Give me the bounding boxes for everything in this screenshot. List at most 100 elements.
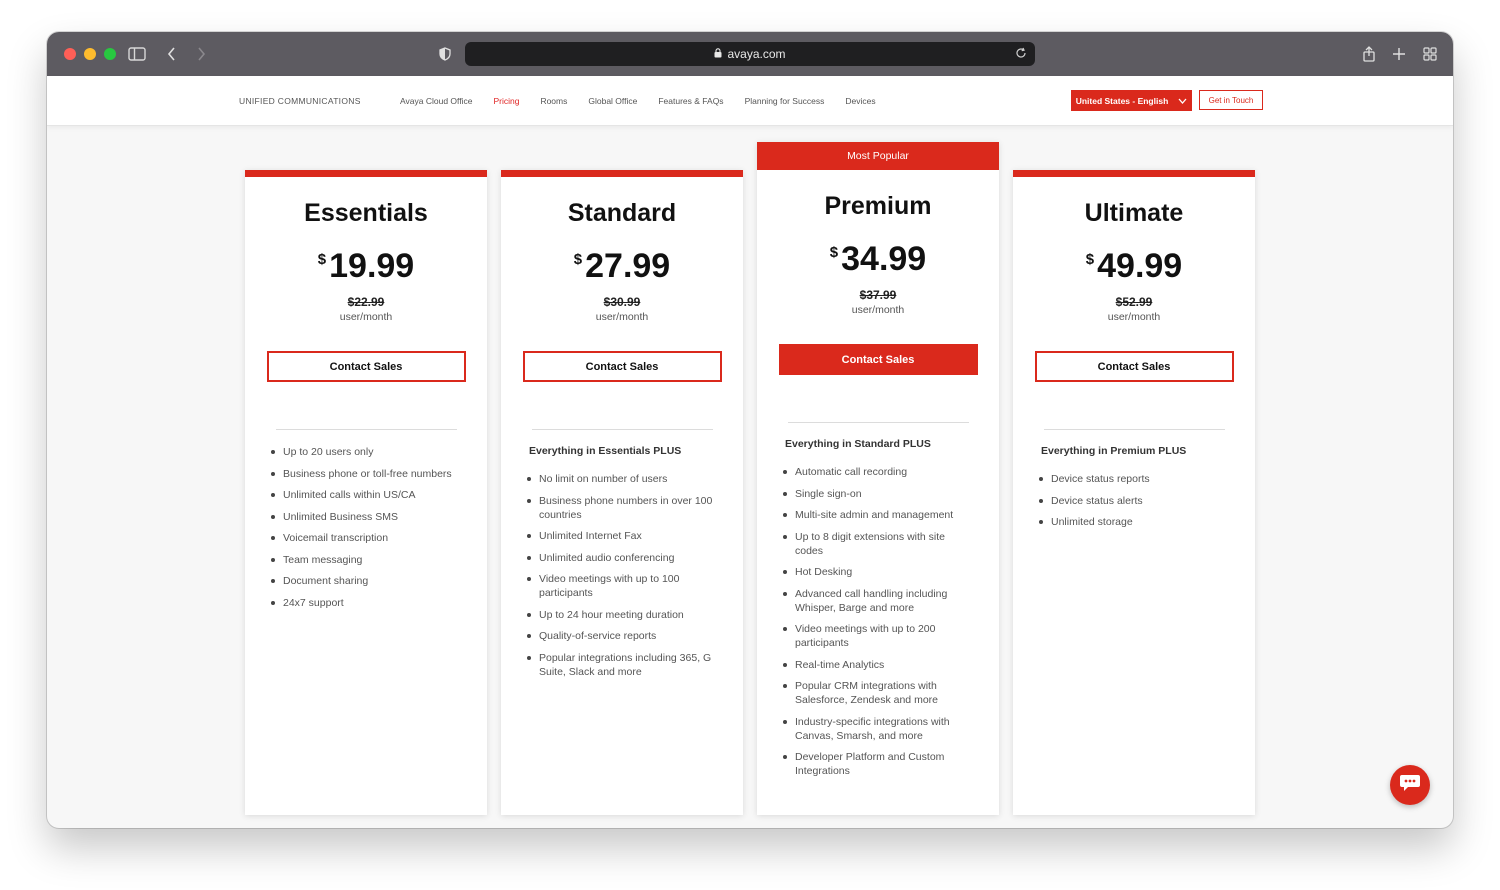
feature-item: Unlimited Business SMS bbox=[271, 510, 463, 524]
tab-grid-icon[interactable] bbox=[1420, 44, 1440, 64]
feature-item: Single sign-on bbox=[783, 487, 975, 501]
plan-name: Ultimate bbox=[1084, 199, 1184, 227]
nav-link-rooms[interactable]: Rooms bbox=[540, 96, 567, 106]
plan-name: Essentials bbox=[304, 199, 428, 227]
plan-card-essentials: Essentials $19.99 $22.99 user/month Cont… bbox=[245, 170, 487, 815]
window-controls bbox=[64, 48, 116, 60]
feature-item: Unlimited storage bbox=[1039, 515, 1231, 529]
feature-item: Up to 8 digit extensions with site codes bbox=[783, 530, 975, 558]
contact-sales-button[interactable]: Contact Sales bbox=[1034, 351, 1234, 382]
feature-item: 24x7 support bbox=[271, 596, 463, 610]
price-period: user/month bbox=[1107, 311, 1161, 323]
nav-link-avaya-cloud-office[interactable]: Avaya Cloud Office bbox=[400, 96, 472, 106]
feature-item: Video meetings with up to 100 participan… bbox=[527, 572, 719, 600]
feature-item: Unlimited calls within US/CA bbox=[271, 488, 463, 502]
brand-label[interactable]: UNIFIED COMMUNICATIONS bbox=[239, 96, 361, 106]
currency-symbol: $ bbox=[317, 251, 327, 268]
feature-item: Multi-site admin and management bbox=[783, 508, 975, 522]
language-select-button[interactable]: United States - English bbox=[1071, 90, 1192, 111]
address-bar[interactable]: avaya.com bbox=[465, 42, 1035, 66]
main-nav: Avaya Cloud Office Pricing Rooms Global … bbox=[400, 96, 876, 106]
contact-sales-button[interactable]: Contact Sales bbox=[266, 351, 466, 382]
chat-button[interactable] bbox=[1390, 765, 1430, 805]
feature-item: Business phone or toll-free numbers bbox=[271, 467, 463, 481]
price-amount: 34.99 bbox=[841, 240, 927, 278]
feature-item: Real-time Analytics bbox=[783, 658, 975, 672]
minimize-window-button[interactable] bbox=[84, 48, 96, 60]
currency-symbol: $ bbox=[829, 244, 839, 261]
feature-item: Up to 24 hour meeting duration bbox=[527, 608, 719, 622]
plus-heading: Everything in Essentials PLUS bbox=[529, 445, 682, 457]
contact-sales-button[interactable]: Contact Sales bbox=[522, 351, 722, 382]
feature-list: Up to 20 users only Business phone or to… bbox=[271, 445, 463, 610]
sidebar-icon[interactable] bbox=[127, 44, 147, 64]
feature-item: Popular integrations including 365, G Su… bbox=[527, 651, 719, 679]
chat-icon bbox=[1399, 774, 1421, 797]
price-period: user/month bbox=[595, 311, 649, 323]
nav-link-global-office[interactable]: Global Office bbox=[588, 96, 637, 106]
feature-item: Document sharing bbox=[271, 574, 463, 588]
feature-item: Device status alerts bbox=[1039, 494, 1231, 508]
feature-item: Popular CRM integrations with Salesforce… bbox=[783, 679, 975, 707]
old-price: $52.99 bbox=[1115, 295, 1153, 309]
plus-heading: Everything in Premium PLUS bbox=[1041, 445, 1187, 457]
divider bbox=[531, 429, 713, 430]
old-price: $37.99 bbox=[859, 288, 897, 302]
feature-item: Device status reports bbox=[1039, 472, 1231, 486]
browser-titlebar: avaya.com bbox=[47, 32, 1453, 76]
plan-card-ultimate: Ultimate $49.99 $52.99 user/month Contac… bbox=[1013, 170, 1255, 815]
plan-name: Standard bbox=[567, 199, 677, 227]
feature-item: Industry-specific integrations with Canv… bbox=[783, 715, 975, 743]
nav-link-devices[interactable]: Devices bbox=[845, 96, 875, 106]
feature-item: Automatic call recording bbox=[783, 465, 975, 479]
feature-list: No limit on number of users Business pho… bbox=[527, 472, 719, 679]
language-label: United States - English bbox=[1075, 95, 1169, 106]
plan-card-standard: Standard $27.99 $30.99 user/month Contac… bbox=[501, 170, 743, 815]
feature-item: Unlimited audio conferencing bbox=[527, 551, 719, 565]
nav-link-planning-for-success[interactable]: Planning for Success bbox=[745, 96, 825, 106]
chevron-left-icon[interactable] bbox=[162, 44, 182, 64]
divider bbox=[787, 422, 969, 423]
get-in-touch-button[interactable]: Get in Touch bbox=[1199, 90, 1263, 110]
zoom-window-button[interactable] bbox=[104, 48, 116, 60]
price-period: user/month bbox=[339, 311, 393, 323]
plan-price: $27.99 bbox=[501, 247, 743, 285]
plan-card-premium: Most Popular Premium $34.99 $37.99 user/… bbox=[757, 142, 999, 815]
share-icon[interactable] bbox=[1359, 44, 1379, 64]
close-window-button[interactable] bbox=[64, 48, 76, 60]
feature-item: Voicemail transcription bbox=[271, 531, 463, 545]
contact-sales-button[interactable]: Contact Sales bbox=[778, 344, 978, 375]
feature-item: Unlimited Internet Fax bbox=[527, 529, 719, 543]
feature-item: Team messaging bbox=[271, 553, 463, 567]
feature-item: Advanced call handling including Whisper… bbox=[783, 587, 975, 615]
plan-price: $49.99 bbox=[1013, 247, 1255, 285]
plan-price: $19.99 bbox=[245, 247, 487, 285]
nav-link-pricing[interactable]: Pricing bbox=[493, 96, 519, 106]
most-popular-badge: Most Popular bbox=[757, 142, 999, 170]
old-price: $22.99 bbox=[347, 295, 385, 309]
feature-item: Hot Desking bbox=[783, 565, 975, 579]
chevron-right-icon[interactable] bbox=[191, 44, 211, 64]
feature-item: Business phone numbers in over 100 count… bbox=[527, 494, 719, 522]
reload-icon[interactable] bbox=[1015, 47, 1027, 62]
nav-link-features-faqs[interactable]: Features & FAQs bbox=[658, 96, 723, 106]
price-period: user/month bbox=[851, 304, 905, 316]
site-header: UNIFIED COMMUNICATIONS Avaya Cloud Offic… bbox=[47, 76, 1453, 126]
feature-item: Quality-of-service reports bbox=[527, 629, 719, 643]
plus-icon[interactable] bbox=[1389, 44, 1409, 64]
divider bbox=[1043, 429, 1225, 430]
feature-list: Automatic call recording Single sign-on … bbox=[783, 465, 975, 778]
chevron-down-icon bbox=[1178, 96, 1187, 106]
feature-item: No limit on number of users bbox=[527, 472, 719, 486]
divider bbox=[275, 429, 457, 430]
price-amount: 27.99 bbox=[585, 247, 671, 285]
currency-symbol: $ bbox=[573, 251, 583, 268]
shield-icon[interactable] bbox=[435, 44, 455, 64]
browser-window: avaya.com UNIFIED COMMUNICATIONS Avaya C… bbox=[47, 32, 1453, 828]
plan-name: Premium bbox=[824, 192, 932, 220]
price-amount: 19.99 bbox=[329, 247, 415, 285]
url-text: avaya.com bbox=[727, 47, 786, 61]
plus-heading: Everything in Standard PLUS bbox=[785, 438, 931, 450]
price-amount: 49.99 bbox=[1097, 247, 1183, 285]
plan-price: $34.99 bbox=[757, 240, 999, 278]
